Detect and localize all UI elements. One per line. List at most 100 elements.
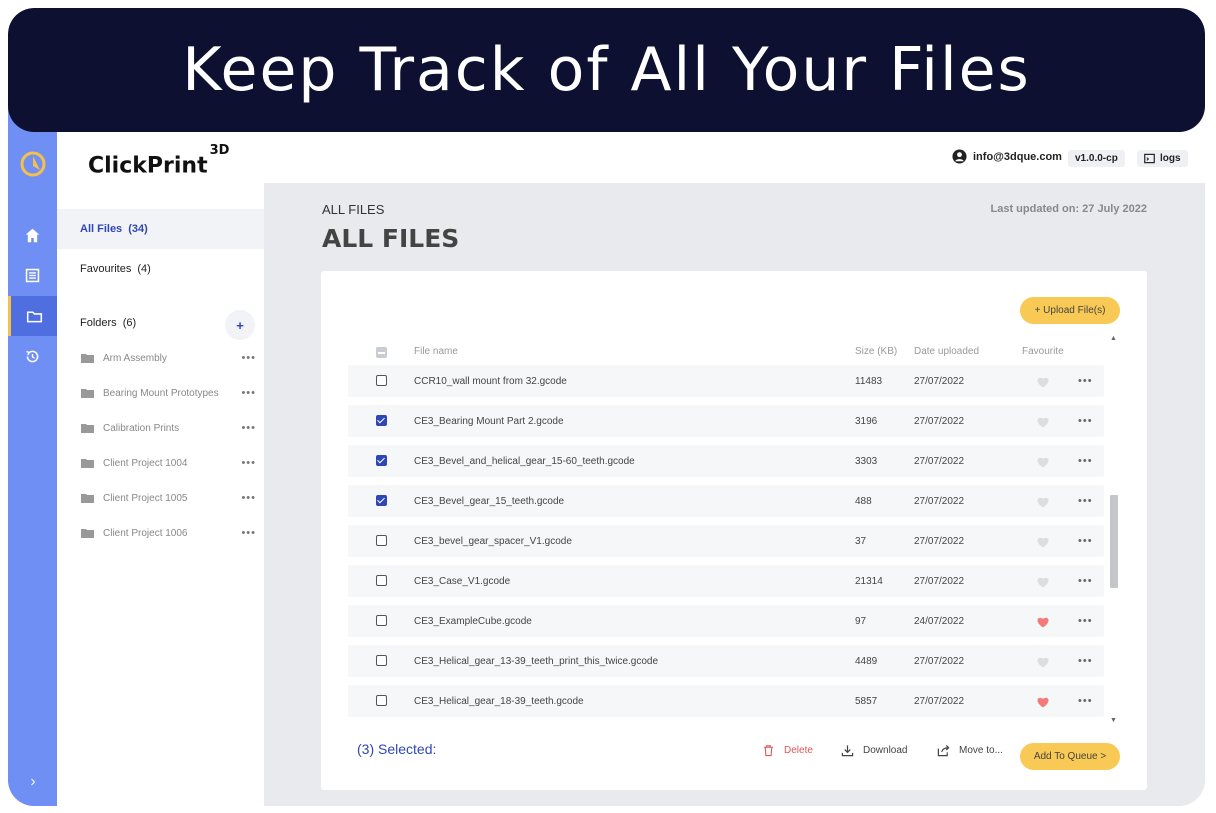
row-checkbox[interactable]	[376, 695, 387, 706]
app-logo-icon[interactable]	[17, 148, 49, 180]
chevron-right-icon	[30, 778, 35, 786]
table-row[interactable]: CE3_Helical_gear_18-39_teeth.gcode 5857 27…	[348, 685, 1104, 717]
table-row[interactable]: CE3_Helical_gear_13-39_teeth_print_this_…	[348, 645, 1104, 677]
row-checkbox[interactable]	[376, 375, 387, 386]
download-button[interactable]: Download	[841, 744, 907, 757]
row-checkbox[interactable]	[376, 495, 387, 506]
table-row[interactable]: CCR10_wall mount from 32.gcode 11483 27/07…	[348, 365, 1104, 397]
version-badge: v1.0.0-cp	[1068, 150, 1125, 167]
folder-item[interactable]: Client Project 1006 •••	[81, 523, 256, 543]
folder-item[interactable]: Calibration Prints •••	[81, 418, 256, 438]
file-name: CE3_bevel_gear_spacer_V1.gcode	[414, 535, 572, 547]
row-menu-icon[interactable]: •••	[1078, 365, 1093, 397]
expand-rail-button[interactable]	[8, 762, 57, 802]
row-checkbox[interactable]	[376, 455, 387, 466]
select-all-checkbox[interactable]	[376, 347, 387, 358]
column-header-size[interactable]: Size (KB)	[855, 346, 897, 357]
column-header-date[interactable]: Date uploaded	[914, 346, 979, 357]
nav-home[interactable]	[8, 215, 57, 255]
row-checkbox[interactable]	[376, 415, 387, 426]
nav-queue[interactable]	[8, 255, 57, 295]
file-name: CE3_Bearing Mount Part 2.gcode	[414, 415, 564, 427]
scroll-up-icon[interactable]: ▲	[1110, 335, 1117, 342]
sidebar-item-count: (34)	[128, 223, 148, 235]
sidebar-item-count: (6)	[122, 317, 137, 329]
files-sidebar: All Files (34) Favourites (4) Folders (6…	[57, 183, 264, 806]
nav-files[interactable]	[8, 296, 57, 336]
folder-icon	[81, 389, 94, 398]
nav-history[interactable]	[8, 336, 57, 376]
favourite-heart-icon[interactable]	[1036, 685, 1050, 717]
sidebar-item-all-files[interactable]: All Files (34)	[57, 209, 264, 249]
table-row[interactable]: CE3_Bearing Mount Part 2.gcode 3196 27/07/…	[348, 405, 1104, 437]
favourite-heart-icon[interactable]	[1036, 365, 1050, 397]
scroll-down-icon[interactable]: ▼	[1110, 717, 1117, 724]
folder-menu-icon[interactable]: •••	[241, 492, 256, 504]
row-menu-icon[interactable]: •••	[1078, 605, 1093, 637]
share-icon	[937, 744, 950, 757]
user-account[interactable]: info@3dque.com	[952, 149, 1062, 164]
file-name: CE3_Bevel_and_helical_gear_15-60_teeth.g…	[414, 455, 635, 467]
delete-button[interactable]: Delete	[762, 744, 813, 757]
column-header-name[interactable]: File name	[414, 346, 458, 357]
folder-icon	[26, 310, 42, 322]
row-checkbox[interactable]	[376, 655, 387, 666]
file-size: 4489	[855, 655, 878, 667]
file-size: 3196	[855, 415, 878, 427]
table-row[interactable]: CE3_Bevel_and_helical_gear_15-60_teeth.g…	[348, 445, 1104, 477]
favourite-heart-icon[interactable]	[1036, 405, 1050, 437]
folder-menu-icon[interactable]: •••	[241, 527, 256, 539]
folder-menu-icon[interactable]: •••	[241, 457, 256, 469]
favourite-heart-icon[interactable]	[1036, 445, 1050, 477]
row-menu-icon[interactable]: •••	[1078, 445, 1093, 477]
favourite-heart-icon[interactable]	[1036, 485, 1050, 517]
file-name: CE3_Helical_gear_18-39_teeth.gcode	[414, 695, 584, 707]
folder-menu-icon[interactable]: •••	[241, 352, 256, 364]
breadcrumb: ALL FILES	[322, 202, 385, 217]
sidebar-item-count: (4)	[137, 263, 151, 275]
file-size: 488	[855, 495, 872, 507]
move-to-button[interactable]: Move to...	[937, 744, 1003, 757]
favourite-heart-icon[interactable]	[1036, 605, 1050, 637]
favourite-heart-icon[interactable]	[1036, 645, 1050, 677]
row-menu-icon[interactable]: •••	[1078, 685, 1093, 717]
file-date: 27/07/2022	[914, 575, 965, 587]
folder-item[interactable]: Bearing Mount Prototypes •••	[81, 383, 256, 403]
row-checkbox[interactable]	[376, 575, 387, 586]
add-to-queue-button[interactable]: Add To Queue >	[1020, 743, 1120, 770]
table-row[interactable]: CE3_bevel_gear_spacer_V1.gcode 37 27/07/20…	[348, 525, 1104, 557]
row-checkbox[interactable]	[376, 535, 387, 546]
folder-menu-icon[interactable]: •••	[241, 387, 256, 399]
file-date: 24/07/2022	[914, 615, 965, 627]
brand-sup: 3D	[209, 143, 230, 158]
add-folder-button[interactable]: +	[225, 310, 255, 340]
folder-item[interactable]: Client Project 1005 •••	[81, 488, 256, 508]
file-date: 27/07/2022	[914, 415, 965, 427]
logs-button[interactable]: logs	[1137, 150, 1188, 167]
row-menu-icon[interactable]: •••	[1078, 565, 1093, 597]
sidebar-item-label: Folders	[80, 317, 117, 329]
brand-logo: ClickPrint3D	[88, 143, 229, 178]
download-icon	[841, 745, 854, 757]
table-row[interactable]: CE3_Bevel_gear_15_teeth.gcode 488 27/07/20…	[348, 485, 1104, 517]
upload-files-button[interactable]: + Upload File(s)	[1020, 297, 1120, 324]
table-row[interactable]: CE3_ExampleCube.gcode 97 24/07/2022 •••	[348, 605, 1104, 637]
folder-name: Arm Assembly	[103, 352, 167, 364]
row-menu-icon[interactable]: •••	[1078, 645, 1093, 677]
version-label: v1.0.0-cp	[1075, 153, 1118, 164]
favourite-heart-icon[interactable]	[1036, 525, 1050, 557]
row-menu-icon[interactable]: •••	[1078, 405, 1093, 437]
row-menu-icon[interactable]: •••	[1078, 525, 1093, 557]
folder-item[interactable]: Client Project 1004 •••	[81, 453, 256, 473]
folder-menu-icon[interactable]: •••	[241, 422, 256, 434]
folder-icon	[81, 424, 94, 433]
folder-item[interactable]: Arm Assembly •••	[81, 348, 256, 368]
row-menu-icon[interactable]: •••	[1078, 485, 1093, 517]
sidebar-item-favourites[interactable]: Favourites (4)	[57, 249, 264, 289]
table-row[interactable]: CE3_Case_V1.gcode 21314 27/07/2022 •••	[348, 565, 1104, 597]
row-checkbox[interactable]	[376, 615, 387, 626]
favourite-heart-icon[interactable]	[1036, 565, 1050, 597]
file-size: 97	[855, 615, 867, 627]
column-header-favourite[interactable]: Favourite	[1022, 346, 1064, 357]
scrollbar-thumb[interactable]	[1110, 495, 1118, 588]
